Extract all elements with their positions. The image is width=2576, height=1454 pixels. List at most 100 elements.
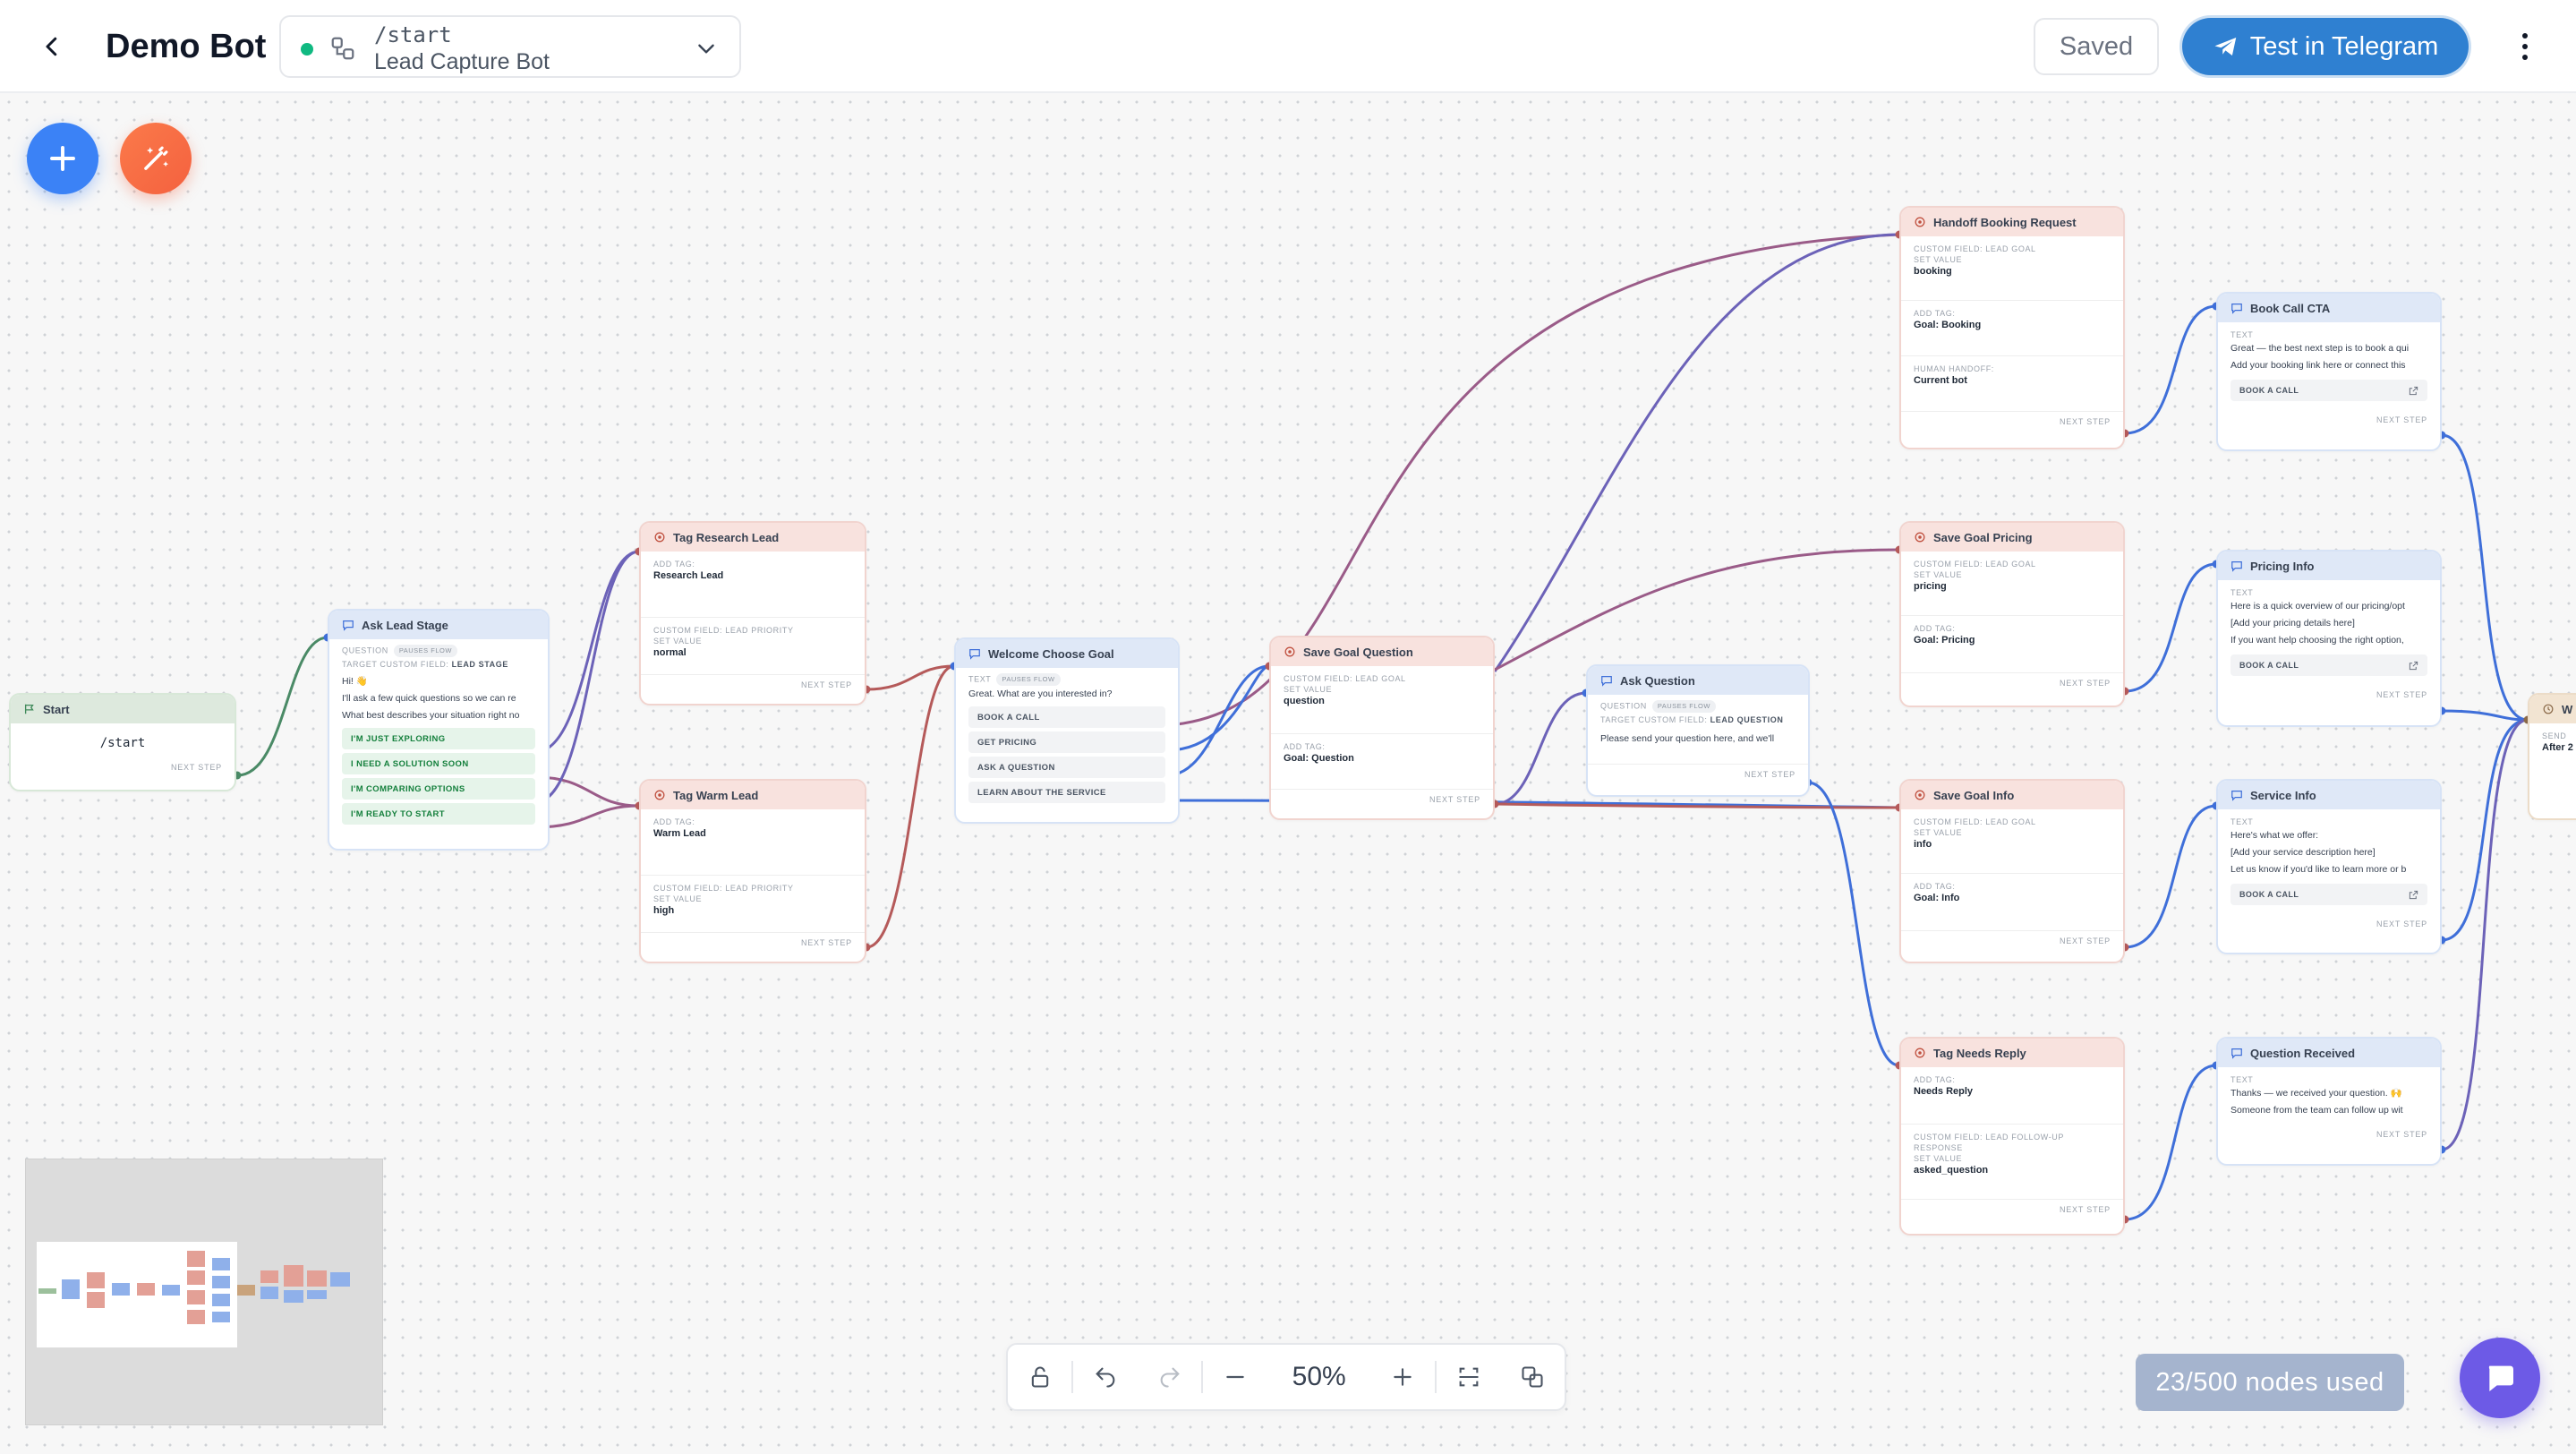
target-field-label: TARGET CUSTOM FIELD: — [1600, 715, 1708, 724]
field-value: pricing — [1914, 581, 1947, 592]
question-label: QUESTION — [342, 646, 388, 655]
option-button[interactable]: BOOK A CALL — [968, 706, 1165, 728]
node-ask-question[interactable]: Ask Question QUESTION PAUSES FLOW TARGET … — [1586, 664, 1810, 797]
telegram-plane-icon — [2214, 38, 2236, 56]
field-label: SET VALUE — [1914, 570, 1963, 579]
flow-name: Lead Capture Bot — [374, 49, 550, 74]
field-label: CUSTOM FIELD: LEAD GOAL — [1914, 244, 2036, 253]
message-line: Add your booking link here or connect th… — [2231, 360, 2406, 371]
minimap-node — [87, 1292, 105, 1308]
node-wait[interactable]: W SEND After 2 — [2528, 693, 2576, 820]
book-a-call-link-button[interactable]: BOOK A CALL — [2231, 654, 2427, 676]
message-icon — [2231, 561, 2242, 572]
flow-selector[interactable]: /start Lead Capture Bot — [279, 15, 741, 78]
node-welcome-choose-goal[interactable]: Welcome Choose Goal TEXT PAUSES FLOW Grea… — [954, 637, 1180, 824]
magic-wand-icon — [144, 146, 169, 170]
back-button[interactable] — [32, 27, 72, 66]
ai-generate-button[interactable] — [120, 123, 192, 194]
undo-icon — [1096, 1367, 1115, 1388]
cta-label: BOOK A CALL — [2239, 890, 2299, 899]
cta-label: BOOK A CALL — [2239, 386, 2299, 395]
field-value: Research Lead — [653, 570, 724, 581]
message-line: I'll ask a few quick questions so we can… — [342, 693, 516, 704]
node-pricing-info[interactable]: Pricing Info TEXT Here is a quick overvi… — [2216, 550, 2442, 727]
next-step-label: NEXT STEP — [2376, 415, 2427, 424]
node-question-received[interactable]: Question Received TEXT Thanks — we recei… — [2216, 1037, 2442, 1166]
minimap-node — [307, 1270, 327, 1287]
node-tag-needs-reply[interactable]: Tag Needs Reply ADD TAG: Needs Reply CUST… — [1899, 1037, 2125, 1236]
book-a-call-link-button[interactable]: BOOK A CALL — [2231, 380, 2427, 401]
node-handoff-booking-request[interactable]: Handoff Booking Request CUSTOM FIELD: LE… — [1899, 206, 2125, 449]
message-line: If you want help choosing the right opti… — [2231, 635, 2404, 646]
next-step-label: NEXT STEP — [800, 680, 852, 689]
message-line: [Add your service description here] — [2231, 847, 2376, 858]
option-button[interactable]: ASK A QUESTION — [968, 757, 1165, 778]
message-line: Someone from the team can follow up wit — [2231, 1105, 2403, 1116]
action-icon — [1915, 217, 1925, 227]
next-step-label: NEXT STEP — [170, 763, 222, 772]
field-label: SET VALUE — [653, 894, 703, 903]
zoom-out-button[interactable] — [1203, 1345, 1267, 1409]
book-a-call-link-button[interactable]: BOOK A CALL — [2231, 884, 2427, 905]
field-value: high — [653, 905, 675, 916]
message-icon — [2231, 1048, 2242, 1059]
option-button[interactable]: I'M READY TO START — [342, 803, 535, 825]
node-tag-research-lead[interactable]: Tag Research Lead ADD TAG: Research Lead … — [639, 521, 866, 706]
field-value: normal — [653, 647, 687, 658]
node-save-goal-info[interactable]: Save Goal Info CUSTOM FIELD: LEAD GOAL SE… — [1899, 779, 2125, 963]
minimap-node — [162, 1285, 180, 1296]
clock-icon — [2543, 704, 2554, 714]
text-label: TEXT — [2231, 588, 2254, 597]
node-tag-warm-lead[interactable]: Tag Warm Lead ADD TAG: Warm Lead CUSTOM F… — [639, 779, 866, 963]
zoom-in-button[interactable] — [1371, 1345, 1435, 1409]
node-save-goal-question[interactable]: Save Goal Question CUSTOM FIELD: LEAD GO… — [1269, 636, 1495, 820]
text-label: TEXT — [2231, 1075, 2254, 1084]
add-node-button[interactable] — [27, 123, 98, 194]
fit-view-button[interactable] — [1501, 1345, 1565, 1409]
option-button[interactable]: GET PRICING — [968, 731, 1165, 753]
external-link-icon — [2409, 890, 2418, 899]
minimap[interactable] — [25, 1159, 383, 1425]
option-button[interactable]: I NEED A SOLUTION SOON — [342, 753, 535, 774]
saved-status-button[interactable]: Saved — [2034, 18, 2159, 75]
next-step-label: NEXT STEP — [800, 938, 852, 947]
option-button[interactable]: I'M JUST EXPLORING — [342, 728, 535, 749]
message-line: Hi! 👋 — [342, 676, 368, 687]
node-service-info[interactable]: Service Info TEXT Here's what we offer: … — [2216, 779, 2442, 954]
node-start[interactable]: Start /start NEXT STEP — [9, 693, 236, 791]
test-in-telegram-button[interactable]: Test in Telegram — [2182, 18, 2469, 75]
redo-icon — [1160, 1367, 1180, 1388]
lock-canvas-button[interactable] — [1008, 1345, 1071, 1409]
minus-icon — [1226, 1375, 1244, 1379]
redo-button[interactable] — [1138, 1345, 1201, 1409]
minimap-node — [260, 1287, 278, 1299]
option-button[interactable]: I'M COMPARING OPTIONS — [342, 778, 535, 800]
field-label: ADD TAG: — [653, 560, 695, 569]
field-label: CUSTOM FIELD: LEAD PRIORITY — [653, 884, 794, 893]
zoom-level: 50% — [1292, 1362, 1346, 1391]
node-ask-lead-stage[interactable]: Ask Lead Stage QUESTION PAUSES FLOW TARGE… — [328, 609, 550, 851]
message-icon — [1601, 676, 1612, 687]
next-step-label: NEXT STEP — [2059, 937, 2111, 945]
field-value: question — [1284, 696, 1325, 706]
minimap-node — [212, 1276, 230, 1288]
kebab-menu-icon[interactable] — [2512, 29, 2538, 64]
support-chat-button[interactable] — [2460, 1338, 2540, 1418]
next-step-label: NEXT STEP — [1744, 770, 1796, 779]
minimap-node — [260, 1270, 278, 1283]
next-step-label: NEXT STEP — [2376, 919, 2427, 928]
option-button[interactable]: LEARN ABOUT THE SERVICE — [968, 782, 1165, 803]
next-step-label: NEXT STEP — [2059, 1205, 2111, 1214]
bot-name: Demo Bot — [106, 28, 267, 65]
field-value: After 2 — [2542, 742, 2573, 753]
field-label: ADD TAG: — [1914, 882, 1956, 891]
auto-layout-button[interactable] — [1437, 1345, 1500, 1409]
start-command: /start — [99, 736, 146, 750]
node-book-call-cta[interactable]: Book Call CTA TEXT Great — the best next… — [2216, 292, 2442, 451]
minimap-node — [112, 1283, 130, 1296]
node-save-goal-pricing[interactable]: Save Goal Pricing CUSTOM FIELD: LEAD GOA… — [1899, 521, 2125, 707]
undo-button[interactable] — [1073, 1345, 1137, 1409]
field-label: SET VALUE — [1914, 255, 1963, 264]
node-title: Save Goal Question — [1303, 645, 1413, 659]
message-line: [Add your pricing details here] — [2231, 618, 2355, 629]
